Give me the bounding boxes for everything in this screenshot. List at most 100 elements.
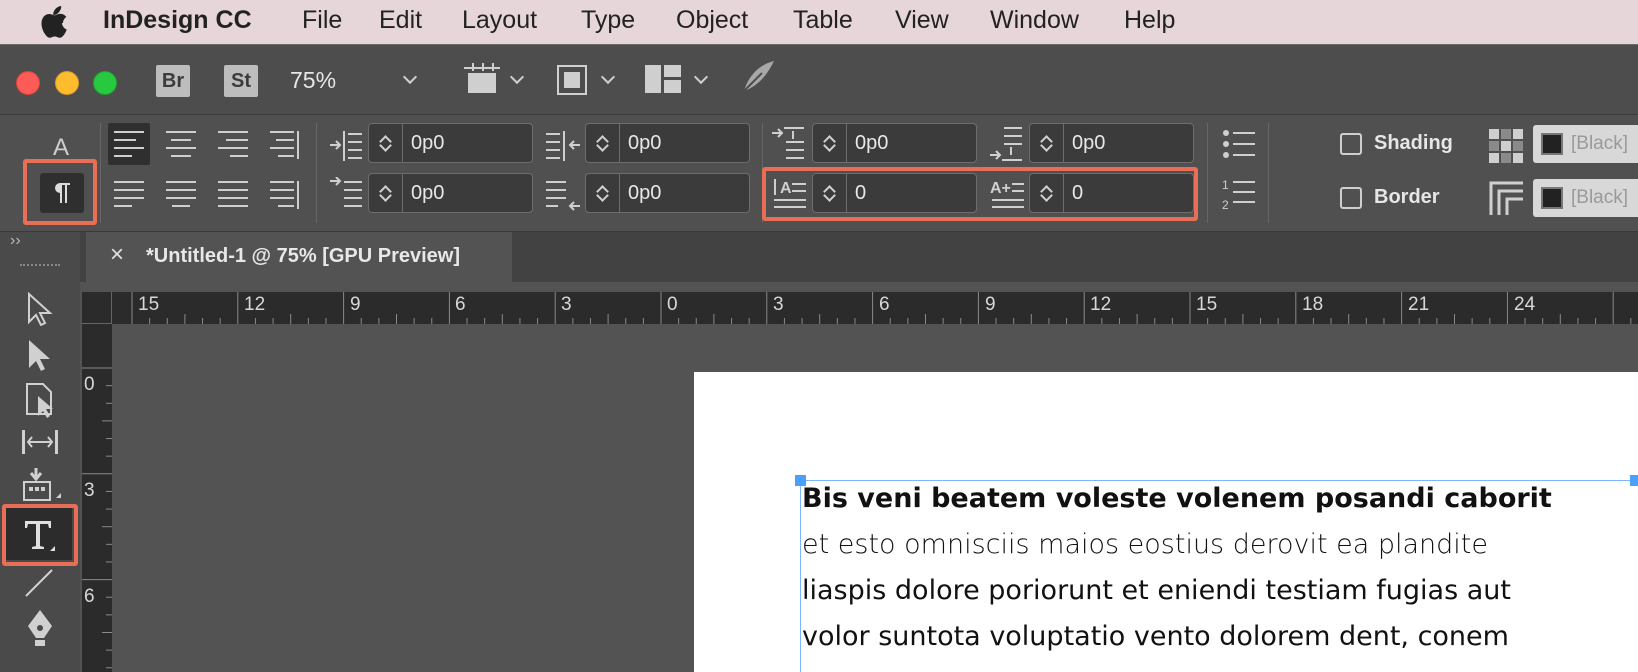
ruler-label: 21 xyxy=(1408,294,1430,315)
shading-checkbox[interactable] xyxy=(1340,133,1362,155)
ruler-label: 3 xyxy=(561,294,572,315)
selection-tool-icon[interactable] xyxy=(24,292,56,326)
gap-tool-icon[interactable] xyxy=(20,428,60,456)
align-towards-spine-icon[interactable] xyxy=(270,131,300,159)
arrange-documents-chevron-icon[interactable] xyxy=(693,69,709,85)
shading-settings-icon[interactable] xyxy=(1489,129,1523,163)
align-away-from-spine-icon[interactable] xyxy=(270,181,300,209)
close-tab-icon[interactable]: × xyxy=(110,241,124,269)
ruler-label: 3 xyxy=(773,294,784,315)
tools-panel: ›› xyxy=(0,232,80,672)
ruler-label: 15 xyxy=(1196,294,1218,315)
ruler-label: 0 xyxy=(84,374,95,395)
control-panel: A 0p0 0p0 0p0 0p0 0p0 0p0 A 0 A+ 0 1 2 S… xyxy=(0,114,1638,232)
menu-table[interactable]: Table xyxy=(793,6,853,35)
align-left-icon xyxy=(114,131,144,157)
divider xyxy=(1207,123,1208,223)
pen-tool-icon[interactable] xyxy=(20,608,60,648)
last-line-right-indent-stepper[interactable] xyxy=(586,174,620,212)
space-before-field[interactable]: 0p0 xyxy=(812,123,977,163)
vertical-ruler[interactable]: 0 3 6 xyxy=(82,324,112,672)
ruler-label: 9 xyxy=(985,294,996,315)
close-window-button[interactable] xyxy=(16,71,40,95)
apple-icon[interactable] xyxy=(40,6,68,38)
zoom-window-button[interactable] xyxy=(93,71,117,95)
view-options-icon[interactable] xyxy=(462,63,502,97)
last-line-right-indent-field[interactable]: 0p0 xyxy=(585,173,750,213)
ruler-label: 3 xyxy=(84,480,95,501)
border-settings-icon[interactable] xyxy=(1489,181,1523,215)
menu-type[interactable]: Type xyxy=(581,6,635,35)
right-indent-icon xyxy=(546,131,580,161)
page-tool-icon[interactable] xyxy=(24,382,58,418)
menu-help[interactable]: Help xyxy=(1124,6,1175,35)
body-line: liaspis dolore poriorunt et eniendi test… xyxy=(802,575,1511,606)
first-line-indent-icon xyxy=(330,177,362,207)
left-indent-field[interactable]: 0p0 xyxy=(368,123,533,163)
right-indent-field[interactable]: 0p0 xyxy=(585,123,750,163)
document-tab[interactable]: × *Untitled-1 @ 75% [GPU Preview] xyxy=(86,232,512,282)
app-menu[interactable]: InDesign CC xyxy=(103,6,252,35)
align-center-icon[interactable] xyxy=(166,131,196,157)
numbered-list-icon[interactable]: 1 2 xyxy=(1222,177,1256,211)
ruler-label: 15 xyxy=(138,294,160,315)
menu-object[interactable]: Object xyxy=(676,6,748,35)
document-page[interactable]: Bis veni beatem voleste volenem posandi … xyxy=(694,372,1638,672)
zoom-dropdown-chevron-icon[interactable] xyxy=(402,69,418,85)
bulleted-list-icon[interactable] xyxy=(1222,129,1256,159)
screen-mode-chevron-icon[interactable] xyxy=(600,69,616,85)
space-before-stepper[interactable] xyxy=(813,124,847,162)
direct-selection-tool-icon[interactable] xyxy=(24,338,56,372)
svg-text:A: A xyxy=(53,134,69,159)
border-swatch-dropdown[interactable]: [Black] xyxy=(1533,179,1638,217)
first-line-indent-stepper[interactable] xyxy=(369,174,403,212)
minimize-window-button[interactable] xyxy=(55,71,79,95)
space-after-field[interactable]: 0p0 xyxy=(1029,123,1194,163)
right-indent-stepper[interactable] xyxy=(586,124,620,162)
arrange-documents-icon[interactable] xyxy=(645,65,681,93)
left-indent-stepper[interactable] xyxy=(369,124,403,162)
menu-edit[interactable]: Edit xyxy=(379,6,422,35)
menu-file[interactable]: File xyxy=(302,6,342,35)
zoom-level[interactable]: 75% xyxy=(290,67,336,94)
justify-left-icon[interactable] xyxy=(114,181,144,207)
border-swatch-chip xyxy=(1541,187,1563,209)
ruler-label: 9 xyxy=(350,294,361,315)
character-formatting-icon[interactable]: A xyxy=(50,133,76,159)
content-collector-icon[interactable] xyxy=(22,468,62,504)
application-bar: Br St 75% xyxy=(0,44,1638,114)
shading-swatch-dropdown[interactable]: [Black] xyxy=(1533,125,1638,163)
screen-mode-icon[interactable] xyxy=(555,63,589,97)
bridge-button[interactable]: Br xyxy=(156,65,190,97)
horizontal-ruler-ticks xyxy=(131,292,1632,324)
justify-all-icon[interactable] xyxy=(218,181,248,207)
body-line: et esto omnisciis maios eostius derovit … xyxy=(802,529,1489,560)
menu-layout[interactable]: Layout xyxy=(462,6,537,35)
ruler-label: 24 xyxy=(1514,294,1536,315)
stock-button[interactable]: St xyxy=(224,65,258,97)
justify-center-icon[interactable] xyxy=(166,181,196,207)
text-frame-content: Bis veni beatem voleste volenem posandi … xyxy=(802,476,1632,660)
collapse-panel-icon[interactable]: ›› xyxy=(10,232,21,250)
horizontal-ruler[interactable]: 15 12 9 6 3 0 3 6 9 12 15 18 21 24 xyxy=(82,292,1638,324)
line-tool-icon[interactable] xyxy=(22,566,56,600)
align-right-icon[interactable] xyxy=(218,131,248,157)
border-checkbox[interactable] xyxy=(1340,187,1362,209)
view-options-chevron-icon[interactable] xyxy=(509,69,525,85)
ruler-label: 6 xyxy=(455,294,466,315)
space-before-icon xyxy=(772,127,804,159)
last-line-right-indent-icon xyxy=(546,181,580,211)
space-after-stepper[interactable] xyxy=(1030,124,1064,162)
svg-text:2: 2 xyxy=(1222,198,1229,211)
ruler-label: 0 xyxy=(667,294,678,315)
first-line-indent-field[interactable]: 0p0 xyxy=(368,173,533,213)
panel-grip[interactable] xyxy=(20,264,60,270)
ruler-label: 12 xyxy=(1090,294,1112,315)
shading-swatch-chip xyxy=(1541,133,1563,155)
menu-bar: InDesign CC File Edit Layout Type Object… xyxy=(0,0,1638,44)
menu-window[interactable]: Window xyxy=(990,6,1079,35)
document-tab-bar: × *Untitled-1 @ 75% [GPU Preview] xyxy=(0,232,1638,282)
publish-online-icon[interactable] xyxy=(740,59,776,95)
menu-view[interactable]: View xyxy=(895,6,949,35)
paragraph-mode-highlight xyxy=(23,159,97,225)
